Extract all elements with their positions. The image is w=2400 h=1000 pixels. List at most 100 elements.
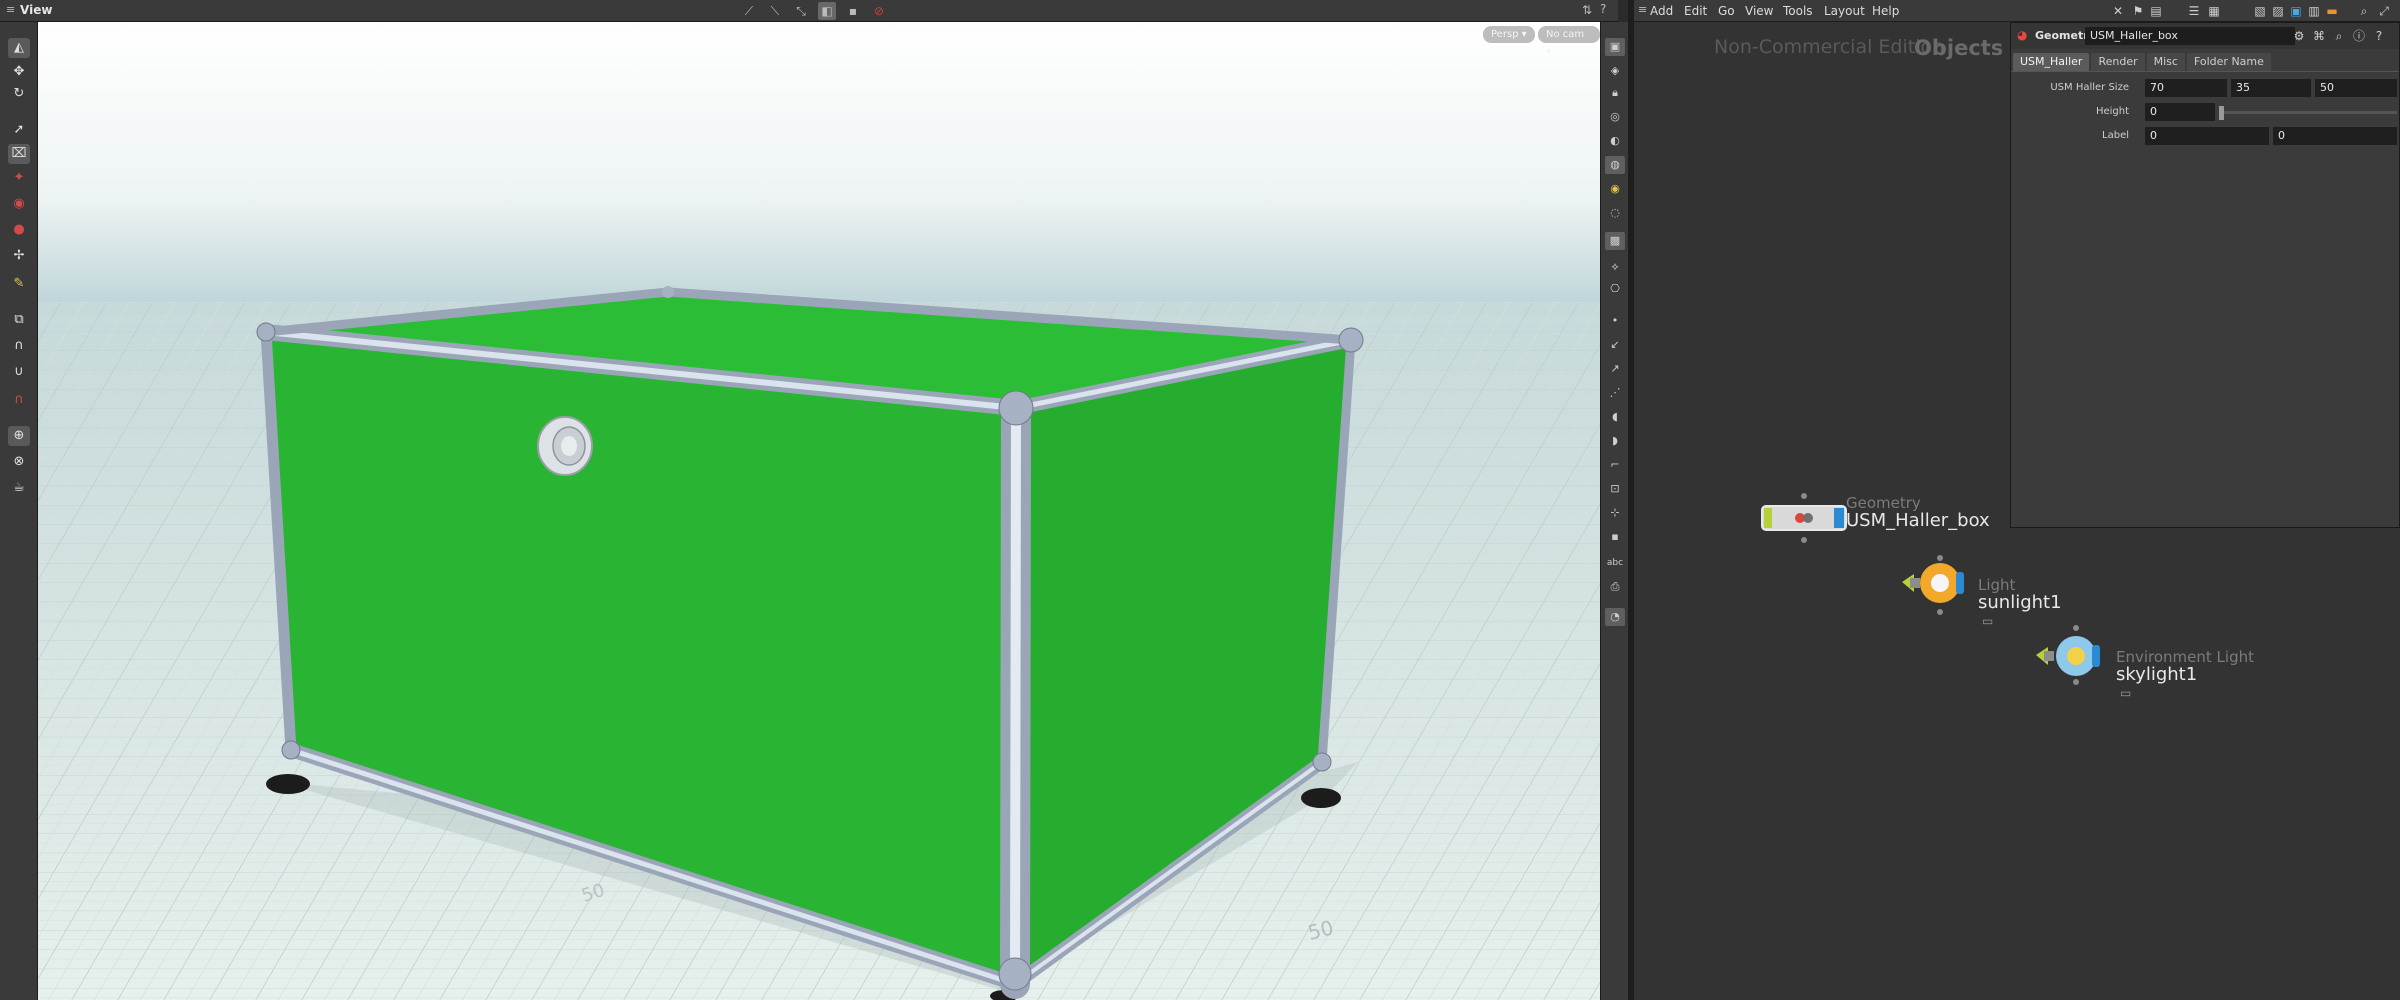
normals-icon[interactable]: ↙ xyxy=(1605,336,1625,354)
handle-icon[interactable]: ● xyxy=(8,220,30,240)
light-link-icon[interactable]: ◔ xyxy=(1605,608,1625,626)
background-image-icon[interactable]: ▩ xyxy=(1605,232,1625,250)
lock-icon[interactable]: ⌧ xyxy=(8,144,30,164)
help-icon[interactable]: ? xyxy=(2371,28,2387,44)
magnet-grid-icon[interactable]: ∪ xyxy=(8,362,30,382)
teapot-icon[interactable]: ☕ xyxy=(8,478,30,498)
param-usm-haller-size: USM Haller Size 70 35 50 xyxy=(2011,79,2399,98)
lock-camera-icon[interactable]: 🔒︎ xyxy=(1605,84,1625,102)
split-view-icon[interactable]: ⇅ xyxy=(1582,3,1592,17)
gear-icon[interactable]: ⚙ xyxy=(2291,28,2307,44)
display-toolbar: ▣ ◈ 🔒︎ ◎ ◐ ◍ ◉ ◌ ▩ ⟡ ⎔ • ↙ ↗ ⋰ ◖ ◗ ⌐ ⊡ ⊹… xyxy=(1600,22,1628,1000)
scale-icon[interactable]: ⧉ xyxy=(8,310,30,330)
node-name-label: sunlight1 xyxy=(1978,592,2062,613)
search-icon[interactable]: ⌕ xyxy=(2356,3,2372,19)
menu-go[interactable]: Go xyxy=(1718,4,1735,18)
no-display-icon[interactable]: ⊘ xyxy=(870,2,888,20)
smooth-shaded-icon[interactable]: ◧ xyxy=(818,2,836,20)
type-properties-icon[interactable]: ⌘ xyxy=(2311,28,2327,44)
point-display-icon[interactable]: • xyxy=(1605,312,1625,330)
display-options-icon[interactable]: ▣ xyxy=(1605,38,1625,56)
pivot-icon[interactable]: ◉ xyxy=(8,194,30,214)
prim-numbers-icon[interactable]: ◖ xyxy=(1605,408,1625,426)
xray-icon[interactable]: ◎ xyxy=(1605,108,1625,126)
camera-menu[interactable]: No cam ▾ xyxy=(1538,26,1600,57)
param-label: Height xyxy=(2095,106,2129,117)
origin-icon[interactable]: ▪ xyxy=(1605,528,1625,546)
height-slider-track[interactable] xyxy=(2219,111,2397,114)
thumbnail-icon[interactable]: ▣ xyxy=(2288,3,2304,19)
persp-menu[interactable]: Persp ▾ xyxy=(1483,26,1535,43)
lock-icon[interactable]: ▭ xyxy=(2120,686,2131,700)
move-icon[interactable]: ✥ xyxy=(8,62,30,82)
snapshot-icon[interactable]: ⎙ xyxy=(1605,578,1625,596)
rotate-icon[interactable]: ↻ xyxy=(8,84,30,104)
layout-icon[interactable]: ▧ xyxy=(2252,3,2268,19)
help-icon[interactable]: ? xyxy=(1600,2,1606,16)
label-field-2[interactable]: 0 xyxy=(2273,127,2397,145)
wireframe-icon[interactable]: ⟋ xyxy=(740,2,758,20)
parameter-tabs: USM_Haller Render Misc Folder Name xyxy=(2013,53,2271,71)
tab-folder-name[interactable]: Folder Name xyxy=(2186,53,2271,71)
viewport-title: View xyxy=(20,3,53,17)
pose-icon[interactable]: ✢ xyxy=(8,246,30,266)
background-icon[interactable]: ▪ xyxy=(844,2,862,20)
template-icon[interactable]: ⟡ xyxy=(1605,258,1625,276)
tab-misc[interactable]: Misc xyxy=(2146,53,2185,71)
bulb-icon[interactable]: ◌ xyxy=(1605,204,1625,222)
tab-usm-haller[interactable]: USM_Haller xyxy=(2013,53,2090,71)
brush-icon[interactable]: ✎ xyxy=(8,274,30,294)
menu-edit[interactable]: Edit xyxy=(1684,4,1707,18)
magnet-red-icon[interactable]: ∩ xyxy=(8,390,30,410)
list-view-icon[interactable]: ☰ xyxy=(2186,3,2202,19)
viewport-menu-icon[interactable]: ≡ xyxy=(6,3,15,16)
scene-viewport[interactable]: 50 50 Persp ▾ No cam ▾ xyxy=(38,22,1600,1000)
bbox-icon[interactable]: ⊡ xyxy=(1605,480,1625,498)
render-region-icon[interactable]: ⊗ xyxy=(8,452,30,472)
height-field[interactable]: 0 xyxy=(2145,103,2215,121)
select-icon[interactable]: ◭ xyxy=(8,38,30,58)
lock-icon[interactable]: ▭ xyxy=(1982,614,1993,628)
tab-render[interactable]: Render xyxy=(2091,53,2145,71)
left-toolbar: ◭ ✥ ↻ ➚ ⌧ ✦ ◉ ● ✢ ✎ ⧉ ∩ ∪ ∩ ⊕ ⊗ ☕ xyxy=(0,22,38,1000)
label-field-1[interactable]: 0 xyxy=(2145,127,2269,145)
network-menu-icon[interactable]: ≡ xyxy=(1638,3,1647,16)
size-z-field[interactable]: 50 xyxy=(2315,79,2397,97)
text-label-icon[interactable]: abc xyxy=(1605,554,1625,572)
node-name-field[interactable] xyxy=(2085,27,2295,45)
shaded-wire-icon[interactable]: ⤡ xyxy=(792,2,810,20)
size-y-field[interactable]: 35 xyxy=(2231,79,2311,97)
vertex-normals-icon[interactable]: ↗ xyxy=(1605,360,1625,378)
magnet-icon[interactable]: ∩ xyxy=(8,336,30,356)
menu-add[interactable]: Add xyxy=(1650,4,1673,18)
palette-icon[interactable]: ▬ xyxy=(2324,3,2340,19)
menu-tools[interactable]: Tools xyxy=(1783,4,1813,18)
search-icon[interactable]: ⌕ xyxy=(2331,28,2347,44)
light-icon[interactable]: ◉ xyxy=(1605,180,1625,198)
shadow-icon[interactable]: ◐ xyxy=(1605,132,1625,150)
info-icon[interactable]: ⓘ xyxy=(2351,28,2367,44)
menu-view[interactable]: View xyxy=(1745,4,1773,18)
point-numbers-icon[interactable]: ⋰ xyxy=(1605,384,1625,402)
wrench-icon[interactable]: ✕ xyxy=(2110,3,2126,19)
uv-icon[interactable]: ◗ xyxy=(1605,432,1625,450)
height-slider-handle[interactable] xyxy=(2219,106,2224,120)
ghost-icon[interactable]: ◈ xyxy=(1605,62,1625,80)
notes-icon[interactable]: ▤ xyxy=(2148,3,2164,19)
menu-help[interactable]: Help xyxy=(1872,4,1899,18)
pointer-icon[interactable]: ➚ xyxy=(8,120,30,140)
snap-icon[interactable]: ✦ xyxy=(8,168,30,188)
grid-view-icon[interactable]: ▦ xyxy=(2206,3,2222,19)
size-x-field[interactable]: 70 xyxy=(2145,79,2227,97)
guide-icon[interactable]: ⌐ xyxy=(1605,456,1625,474)
pivot-display-icon[interactable]: ⊹ xyxy=(1605,504,1625,522)
view-tool-icon[interactable]: ⊕ xyxy=(8,426,30,446)
headlight-icon[interactable]: ◍ xyxy=(1605,156,1625,174)
network-box-icon[interactable]: ▥ xyxy=(2306,3,2322,19)
maximize-icon[interactable]: ⤢ xyxy=(2376,3,2392,19)
camera-icon[interactable]: ⎔ xyxy=(1605,280,1625,298)
flag-icon[interactable]: ⚑ xyxy=(2130,3,2146,19)
menu-layout[interactable]: Layout xyxy=(1824,4,1865,18)
hidden-line-icon[interactable]: ⟍ xyxy=(766,2,784,20)
image-icon[interactable]: ▨ xyxy=(2270,3,2286,19)
